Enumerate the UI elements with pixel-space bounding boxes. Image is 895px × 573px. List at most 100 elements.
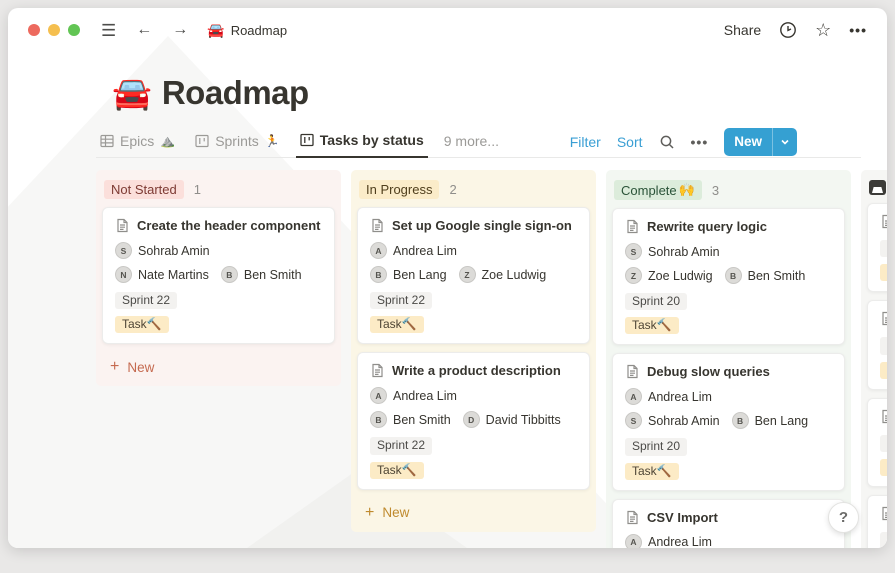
- assignee: S Sohrab Amin: [625, 412, 720, 430]
- more-options-icon[interactable]: •••: [849, 22, 867, 38]
- new-button[interactable]: New: [724, 127, 797, 156]
- task-row: [880, 257, 887, 282]
- updates-clock-icon[interactable]: [779, 21, 797, 39]
- doc-title: Roadmap: [230, 22, 288, 38]
- task-card[interactable]: Rewrite query logic S Sohrab Amin Z Zoe Ludw…: [612, 208, 845, 346]
- task-card[interactable]: Create the header component S Sohrab Amin N…: [102, 207, 335, 345]
- card-title: Write a product description: [370, 363, 577, 378]
- assignee-row: S Sohrab Amin: [115, 242, 322, 259]
- avatar: N: [115, 266, 132, 283]
- task-card[interactable]: Write a product description A Andrea Lim B B…: [357, 352, 590, 490]
- sprint-badge: S: [880, 434, 887, 452]
- assignee-name: Sohrab Amin: [648, 244, 720, 259]
- board-icon: [195, 134, 209, 147]
- assignee-row: B Ben Lang Z Zoe Ludwig: [370, 266, 577, 283]
- task-badge: Task🔨: [115, 316, 169, 334]
- share-button[interactable]: Share: [724, 22, 761, 38]
- document-icon: [372, 364, 383, 378]
- add-card-button[interactable]: + New: [357, 498, 590, 524]
- more-tabs-button[interactable]: 9 more...: [440, 127, 503, 157]
- task-badge: [880, 361, 887, 379]
- avatar: B: [370, 266, 387, 283]
- assignee-name: Andrea Lim: [648, 535, 712, 548]
- card-title: [880, 214, 887, 229]
- task-badge: [880, 458, 887, 477]
- task-card-clipped[interactable]: S: [867, 203, 887, 293]
- sprint-badge: Sprint 22: [370, 437, 433, 455]
- sidebar-menu-icon[interactable]: ☰: [96, 20, 121, 41]
- status-badge-label: Complete: [621, 182, 677, 198]
- favorite-star-icon[interactable]: ☆: [815, 21, 831, 39]
- avatar: D: [462, 411, 480, 429]
- traffic-lights: [28, 24, 80, 36]
- assignee: B Ben Lang: [731, 412, 809, 430]
- assignee-row: Z Zoe Ludwig B Ben Smith: [625, 267, 832, 284]
- column-header: Not Started 1: [102, 176, 335, 207]
- sort-button[interactable]: Sort: [617, 134, 643, 150]
- assignee-row: A Andrea Lim: [625, 533, 832, 548]
- back-arrow-icon[interactable]: ←: [131, 20, 157, 40]
- task-card-clipped[interactable]: S: [867, 495, 887, 548]
- assignee: A Andrea Lim: [370, 242, 457, 259]
- search-icon[interactable]: [659, 134, 675, 150]
- assignee: A Andrea Lim: [625, 533, 712, 548]
- maximize-window-button[interactable]: [68, 24, 80, 36]
- chevron-down-icon[interactable]: [772, 127, 797, 156]
- assignee-row: S Sohrab Amin B Ben Lang: [625, 412, 832, 430]
- assignee-name: Ben Smith: [747, 268, 806, 283]
- avatar: B: [220, 266, 238, 283]
- minimize-window-button[interactable]: [48, 24, 60, 36]
- forward-arrow-icon[interactable]: →: [167, 20, 193, 40]
- task-card[interactable]: Set up Google single sign-on A Andrea Lim B…: [357, 207, 590, 345]
- help-button[interactable]: ?: [828, 502, 859, 533]
- board-icon: [300, 133, 314, 147]
- task-row: Task🔨: [625, 310, 832, 335]
- filter-button[interactable]: Filter: [570, 134, 601, 150]
- tab-epics[interactable]: Epics ⛰️: [96, 127, 179, 157]
- tab-tasks-by-status[interactable]: Tasks by status: [295, 126, 428, 158]
- card-title: Debug slow queries: [625, 364, 832, 379]
- document-icon: [882, 214, 887, 229]
- card-title: [880, 409, 887, 424]
- assignee-name: Zoe Ludwig: [648, 268, 713, 283]
- task-card-clipped[interactable]: S: [867, 397, 887, 488]
- status-badge-label: In Progress: [366, 182, 433, 197]
- doc-emoji-icon: 🚘: [207, 21, 225, 38]
- column-count: 2: [449, 182, 457, 197]
- view-options-icon[interactable]: •••: [691, 134, 709, 150]
- document-icon: [882, 507, 887, 521]
- card-title: Set up Google single sign-on: [370, 218, 577, 233]
- breadcrumb[interactable]: 🚘 Roadmap: [207, 22, 287, 39]
- assignee-row: N Nate Martins B Ben Smith: [115, 266, 322, 283]
- task-card-clipped[interactable]: S: [867, 300, 887, 390]
- card-title: Create the header component: [115, 218, 322, 233]
- status-badge[interactable]: In Progress: [359, 180, 440, 199]
- status-badge[interactable]: Not Started: [104, 180, 184, 199]
- assignee-name: Ben Smith: [243, 267, 302, 282]
- assignee: B Ben Smith: [724, 267, 806, 284]
- page-content: 🚘 Roadmap Epics ⛰️ Sprints 🏃 Tasks by st…: [8, 74, 887, 548]
- card-title-text: Debug slow queries: [647, 364, 770, 380]
- assignee: A Andrea Lim: [625, 388, 712, 406]
- tab-sprints[interactable]: Sprints 🏃: [191, 127, 284, 157]
- card-title-text: Rewrite query logic: [647, 219, 767, 234]
- view-tabs-bar: Epics ⛰️ Sprints 🏃 Tasks by status 9 mor…: [96, 126, 861, 158]
- column-count: 3: [711, 182, 720, 198]
- assignee: N Nate Martins: [115, 266, 209, 283]
- sprint-badge: Sprint 22: [370, 292, 433, 310]
- status-badge[interactable]: Complete 🙌: [614, 180, 702, 200]
- assignee-name: Ben Lang: [754, 413, 809, 428]
- card-title-text: Write a product description: [392, 363, 561, 379]
- board-column-not-started: Not Started 1 Create the header component S…: [96, 170, 341, 387]
- sprint-row: S: [880, 433, 887, 452]
- close-window-button[interactable]: [28, 24, 40, 36]
- document-icon: [372, 218, 383, 233]
- task-card[interactable]: CSV ImportAAndrea LimBBen LangZZoe Ludwi…: [612, 498, 845, 548]
- task-card[interactable]: Debug slow queries A Andrea Lim S Sohrab Ami…: [612, 353, 845, 491]
- add-card-button[interactable]: + New: [102, 352, 335, 378]
- avatar: S: [115, 242, 132, 259]
- assignee-row: B Ben Smith D David Tibbitts: [370, 411, 577, 429]
- assignee: A Andrea Lim: [370, 387, 457, 405]
- avatar: A: [370, 242, 387, 259]
- assignee: S Sohrab Amin: [625, 243, 720, 260]
